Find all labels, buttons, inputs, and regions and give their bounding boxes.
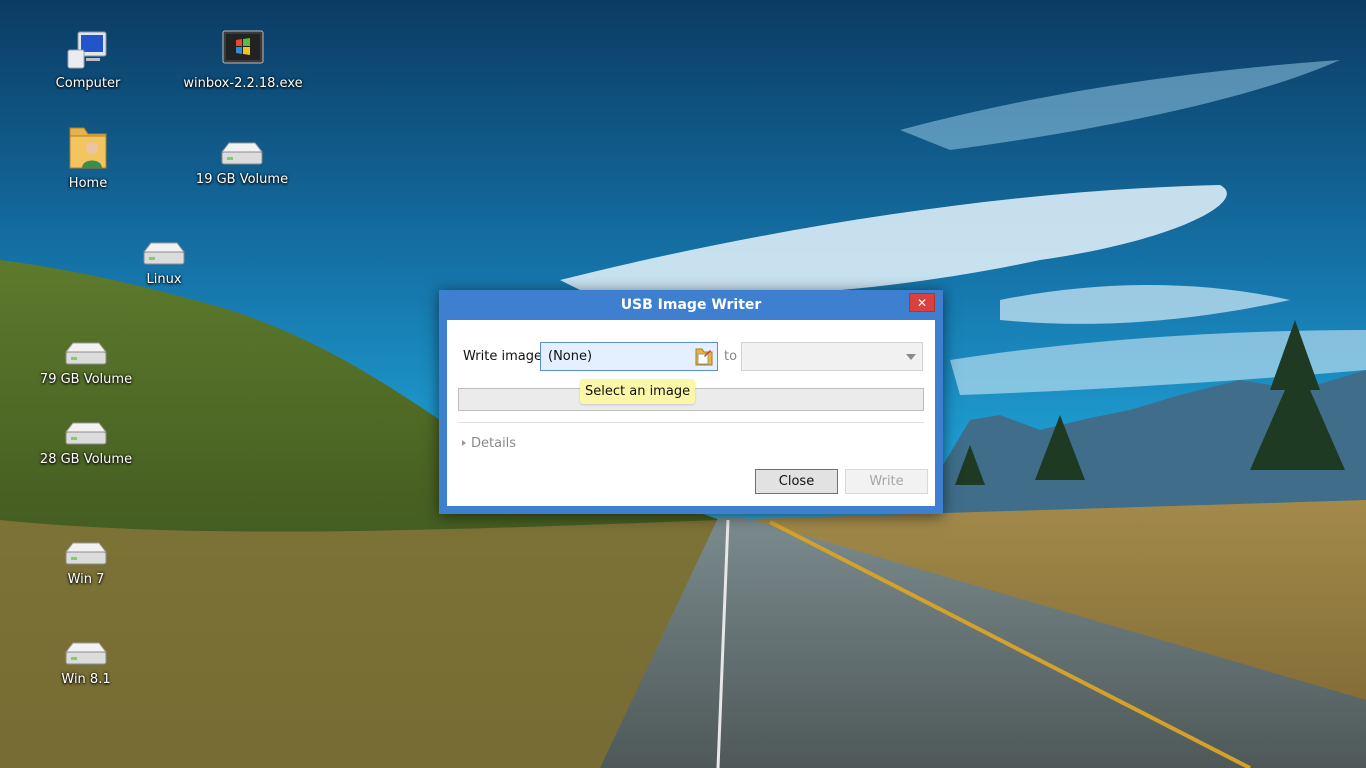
- target-device-select[interactable]: [741, 342, 923, 371]
- desktop-icon-home[interactable]: Home: [28, 124, 148, 191]
- drive-icon: [142, 242, 186, 265]
- desktop-icon-28gb-volume[interactable]: 28 GB Volume: [26, 420, 146, 467]
- desktop-icon-label: winbox-2.2.18.exe: [183, 76, 303, 91]
- home-folder-icon: [69, 127, 107, 169]
- desktop-icon-label: 79 GB Volume: [39, 372, 133, 387]
- desktop-icon-label: Computer: [55, 76, 121, 91]
- divider: [458, 422, 924, 423]
- desktop-icon-79gb-volume[interactable]: 79 GB Volume: [26, 340, 146, 387]
- dialog-body: Write image: (None) to Select an image D…: [447, 320, 935, 506]
- browse-image-button[interactable]: [694, 346, 714, 367]
- desktop-icon-19gb-volume[interactable]: 19 GB Volume: [182, 140, 302, 187]
- close-icon: ✕: [916, 296, 928, 310]
- chevron-right-icon: [462, 440, 466, 446]
- drive-icon: [64, 642, 108, 665]
- desktop-icon-winbox[interactable]: winbox-2.2.18.exe: [183, 28, 303, 91]
- close-button[interactable]: Close: [755, 469, 838, 494]
- to-label: to: [724, 349, 738, 364]
- drive-icon: [64, 422, 108, 445]
- desktop-icon-label: 19 GB Volume: [195, 172, 289, 187]
- drive-icon: [64, 542, 108, 565]
- image-file-value: (None): [548, 349, 593, 364]
- write-button[interactable]: Write: [845, 469, 928, 494]
- drive-icon: [220, 142, 264, 165]
- usb-image-writer-dialog: USB Image Writer ✕ Write image: (None) t…: [439, 290, 943, 514]
- image-file-field[interactable]: (None): [540, 342, 718, 371]
- desktop-icon-linux[interactable]: Linux: [104, 240, 224, 287]
- details-expander[interactable]: Details: [462, 436, 516, 451]
- desktop-icon-label: 28 GB Volume: [39, 452, 133, 467]
- winbox-exe-icon: [222, 30, 264, 64]
- desktop-icon-label: Win 7: [67, 572, 105, 587]
- desktop-icon-win81[interactable]: Win 8.1: [26, 640, 146, 687]
- open-file-icon: [695, 348, 713, 366]
- details-label: Details: [471, 436, 517, 451]
- drive-icon: [64, 342, 108, 365]
- chevron-down-icon: [906, 354, 916, 360]
- desktop-icon-label: Win 8.1: [61, 672, 111, 687]
- desktop-icon-win7[interactable]: Win 7: [26, 540, 146, 587]
- computer-icon: [67, 31, 107, 69]
- window-close-button[interactable]: ✕: [909, 293, 935, 312]
- select-image-tooltip: Select an image: [580, 379, 696, 404]
- dialog-title: USB Image Writer: [620, 297, 762, 313]
- desktop-icon-label: Linux: [146, 272, 182, 287]
- desktop-icon-label: Home: [68, 176, 108, 191]
- write-image-label: Write image:: [463, 349, 547, 364]
- desktop-icon-computer[interactable]: Computer: [28, 28, 148, 91]
